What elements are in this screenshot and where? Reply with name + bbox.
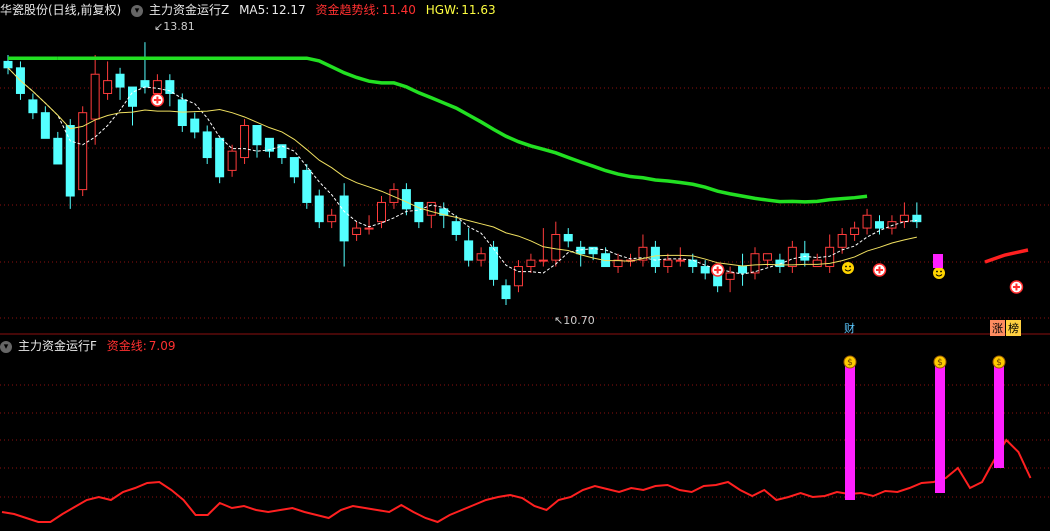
candle-body bbox=[538, 259, 548, 262]
candle-body bbox=[464, 240, 474, 261]
candle-body bbox=[140, 80, 150, 88]
candle-body bbox=[215, 137, 225, 178]
candle-body bbox=[78, 112, 88, 191]
candle-body bbox=[40, 112, 50, 139]
candle-body bbox=[700, 266, 710, 274]
ma5-line bbox=[7, 67, 917, 275]
candle-body bbox=[339, 195, 349, 242]
candle-body bbox=[887, 221, 897, 229]
candle-body bbox=[513, 266, 523, 287]
candle-body bbox=[115, 73, 125, 88]
candle-body bbox=[738, 266, 748, 274]
smiley-icon bbox=[933, 267, 945, 279]
candle-body bbox=[377, 201, 386, 223]
candle-body bbox=[3, 60, 13, 69]
candle-body bbox=[862, 214, 872, 229]
candle-body bbox=[289, 157, 299, 178]
candle-body bbox=[90, 73, 100, 120]
kline-chart[interactable]: $ $ $ bbox=[0, 0, 1050, 531]
high-price-label: ↙13.81 bbox=[154, 20, 195, 33]
candle-body bbox=[787, 246, 797, 268]
candle-body bbox=[165, 80, 175, 94]
fund-bar bbox=[994, 365, 1004, 468]
smiley-icon bbox=[845, 265, 847, 268]
candle-body bbox=[812, 259, 822, 268]
candle-body bbox=[401, 189, 411, 210]
candle-body bbox=[675, 259, 685, 262]
candle-body bbox=[240, 125, 250, 159]
candle-body bbox=[352, 227, 362, 235]
candle-body bbox=[327, 214, 337, 223]
candle-body bbox=[476, 253, 486, 261]
trend-line-red bbox=[984, 248, 1029, 264]
money-bag-icon: $ bbox=[996, 358, 1002, 368]
candle-body bbox=[551, 233, 561, 261]
candle-body bbox=[426, 201, 436, 216]
rise-tag[interactable]: 涨 bbox=[990, 320, 1005, 336]
smiley-icon bbox=[849, 265, 851, 268]
finance-tag[interactable]: 财 bbox=[842, 320, 857, 336]
smiley-icon bbox=[940, 270, 942, 273]
candle-body bbox=[227, 150, 237, 171]
candle-body bbox=[252, 125, 262, 146]
fund-bar bbox=[845, 365, 855, 500]
candle-body bbox=[152, 80, 162, 94]
signal-bar bbox=[933, 254, 943, 268]
hgw-line bbox=[7, 67, 917, 267]
trend-line-green bbox=[57, 56, 868, 204]
candle-body bbox=[875, 221, 884, 229]
fund-bar bbox=[935, 365, 945, 493]
fund-line bbox=[1, 438, 1032, 524]
candle-body bbox=[202, 131, 212, 159]
candle-body bbox=[501, 285, 511, 300]
candle-body bbox=[725, 272, 735, 280]
candle-body bbox=[750, 253, 760, 274]
candle-body bbox=[663, 259, 673, 268]
candle-body bbox=[264, 137, 274, 152]
candle-body bbox=[451, 221, 461, 235]
candle-body bbox=[899, 214, 909, 223]
candle-body bbox=[128, 86, 137, 107]
money-bag-icon: $ bbox=[847, 358, 853, 368]
money-bag-icon: $ bbox=[937, 358, 943, 368]
candle-body bbox=[177, 99, 187, 127]
candle-body bbox=[314, 195, 324, 223]
candle-body bbox=[850, 227, 860, 235]
smiley-icon bbox=[936, 270, 938, 273]
candle-body bbox=[364, 227, 374, 230]
candle-body bbox=[28, 99, 38, 114]
candle-body bbox=[775, 259, 785, 268]
candle-body bbox=[414, 201, 424, 223]
candle-body bbox=[762, 253, 772, 261]
candle-body bbox=[526, 259, 536, 268]
candle-body bbox=[563, 233, 573, 242]
smiley-icon bbox=[842, 262, 854, 274]
list-tag[interactable]: 榜 bbox=[1006, 320, 1021, 336]
candle-body bbox=[53, 137, 63, 165]
low-price-label: ↖10.70 bbox=[554, 314, 595, 327]
candle-body bbox=[103, 80, 113, 94]
candle-body bbox=[800, 253, 810, 261]
candle-body bbox=[190, 118, 200, 133]
candle-body bbox=[837, 233, 847, 248]
candle-body bbox=[302, 169, 312, 203]
